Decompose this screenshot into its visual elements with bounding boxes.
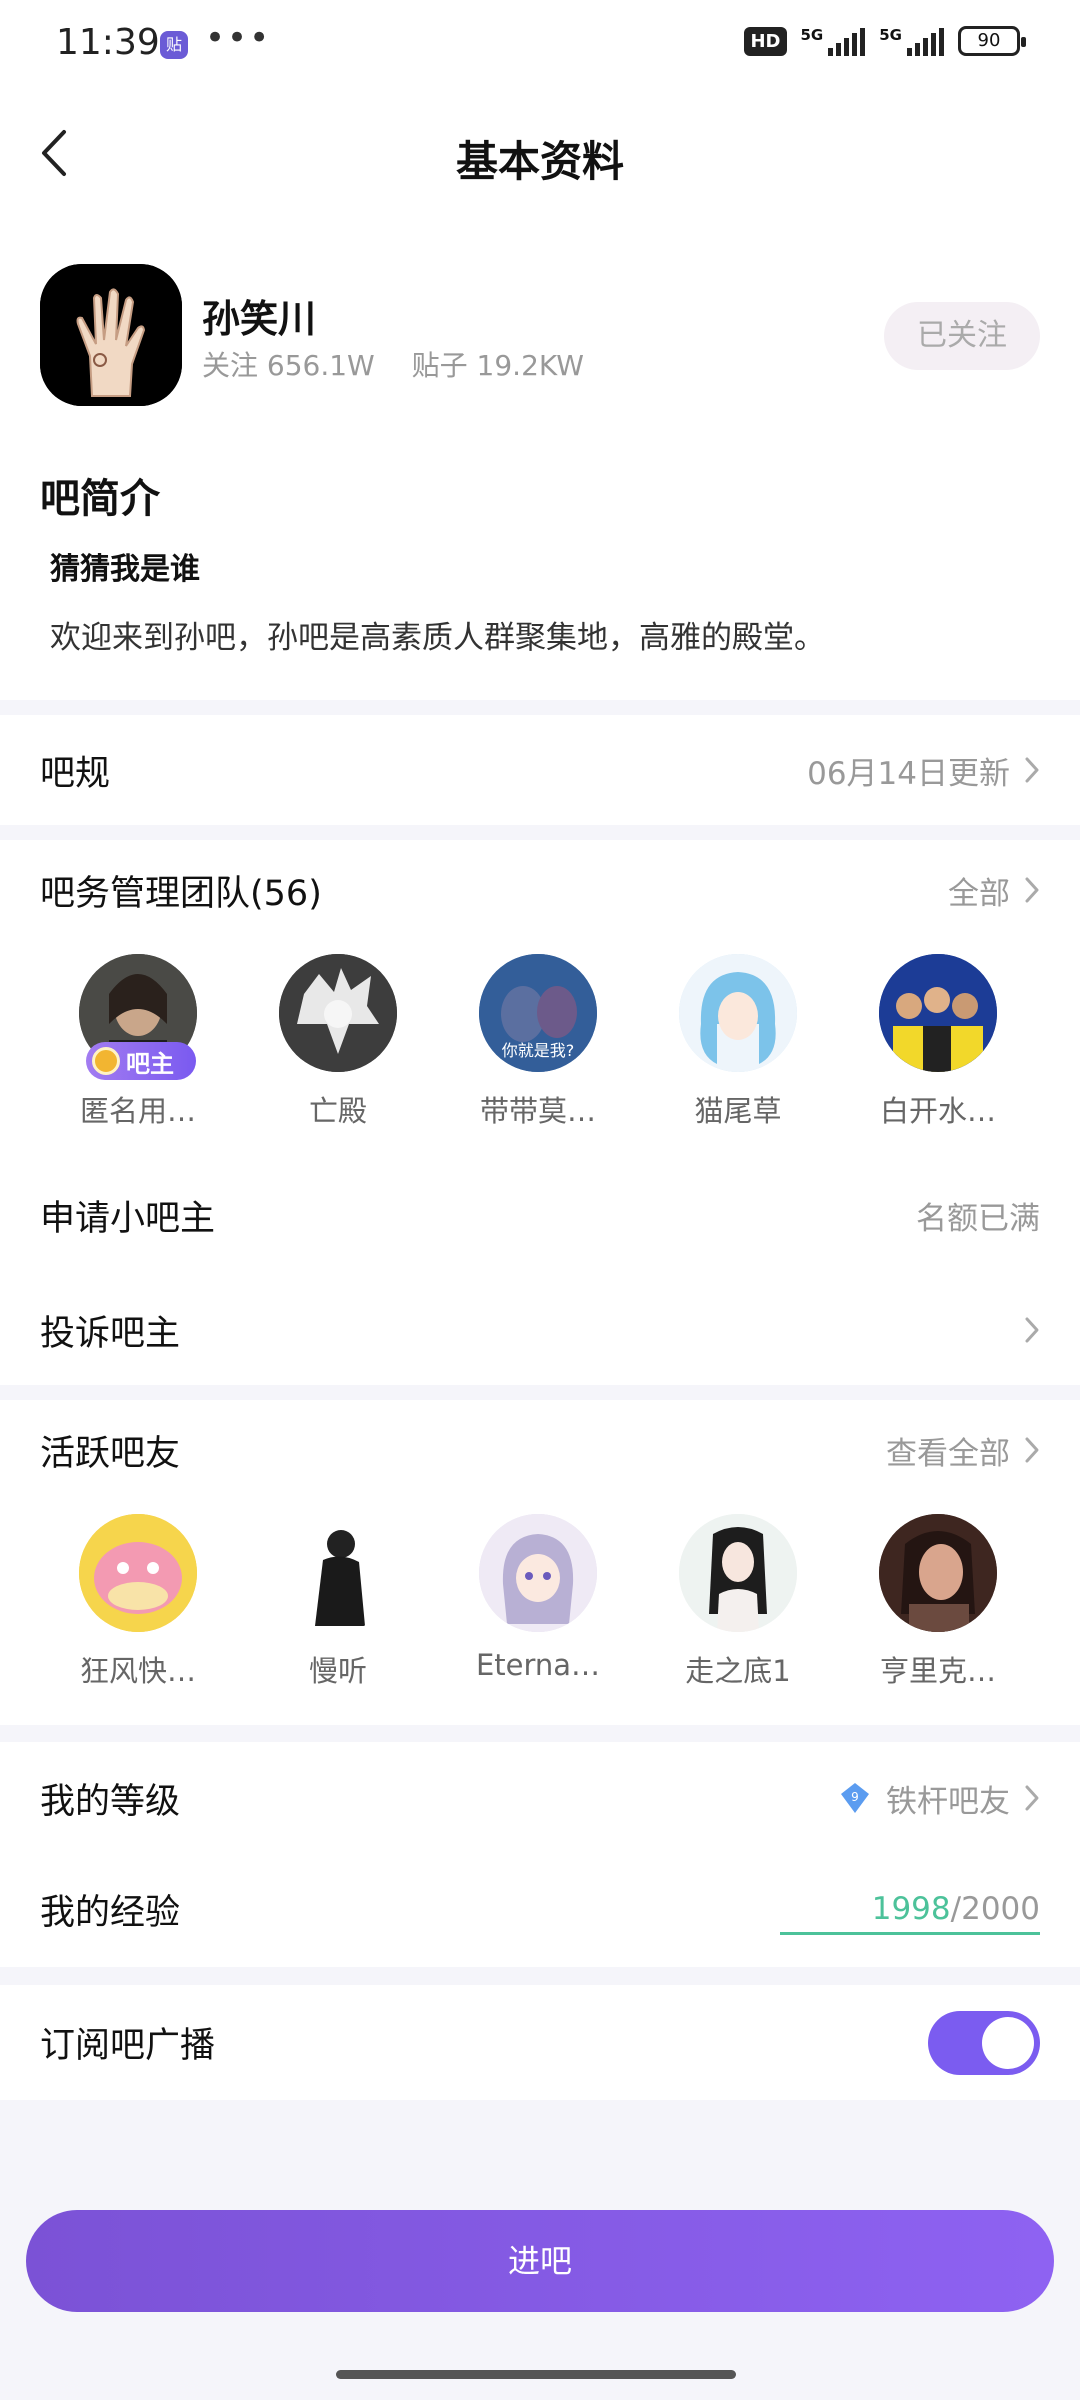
svg-text:你就是我?: 你就是我? — [502, 1041, 575, 1060]
followers-count: 关注 656.1W — [202, 349, 375, 382]
intro-subtitle: 猜猜我是谁 — [50, 552, 200, 587]
member-name: 猫尾草 — [694, 1094, 782, 1128]
rules-label: 吧规 — [40, 753, 111, 794]
avatar — [279, 1514, 397, 1632]
toggle-knob — [982, 2016, 1034, 2069]
battery-icon: 90 — [958, 26, 1026, 56]
member-name: 亨里克… — [879, 1654, 996, 1688]
member-name: 狂风快… — [79, 1654, 196, 1688]
team-member[interactable]: 白开水… — [838, 954, 1038, 1130]
experience-progress-fill — [780, 1932, 1040, 1935]
forum-stats: 关注 656.1W 贴子 19.2KW — [202, 344, 612, 384]
signal-icon-2: 5G — [879, 26, 944, 56]
forum-header: 孙笑川 关注 656.1W 贴子 19.2KW 已关注 吧简介 猜猜我是谁 欢迎… — [0, 222, 1080, 700]
forum-avatar[interactable] — [40, 264, 182, 406]
level-card: 我的等级 9 铁杆吧友 我的经验 1998/2000 — [0, 1742, 1080, 1967]
team-member[interactable]: 吧主 匿名用… — [38, 954, 238, 1130]
experience-value: 1998/2000 — [871, 1891, 1040, 1927]
member-name: 带带莫… — [479, 1094, 596, 1128]
member-name: 匿名用… — [79, 1094, 196, 1128]
team-header[interactable]: 吧务管理团队(56) 全部 — [0, 840, 1080, 940]
avatar — [879, 1514, 997, 1632]
hd-icon: HD — [744, 26, 787, 56]
member-name: 慢听 — [308, 1654, 367, 1688]
status-bar: 11:39 贴 ••• HD 5G 5G 90 — [0, 0, 1080, 92]
subscribe-toggle[interactable] — [928, 2010, 1040, 2075]
active-users-card: 活跃吧友 查看全部 狂风快… 慢听 Eterna… 走之底1 亨里克… — [0, 1400, 1080, 1725]
experience-row: 我的经验 1998/2000 — [0, 1854, 1080, 1964]
owner-badge: 吧主 — [86, 1042, 196, 1080]
experience-max: 2000 — [961, 1891, 1040, 1927]
complain-label: 投诉吧主 — [40, 1313, 181, 1354]
chevron-right-icon — [1025, 1317, 1039, 1343]
team-member[interactable]: 亡殿 — [238, 954, 438, 1130]
active-member[interactable]: 走之底1 — [638, 1514, 838, 1690]
complain-row[interactable]: 投诉吧主 — [0, 1275, 1080, 1385]
intro-text: 欢迎来到孙吧，孙吧是高素质人群聚集地，高雅的殿堂。 — [50, 620, 825, 656]
active-header[interactable]: 活跃吧友 查看全部 — [0, 1400, 1080, 1500]
level-diamond-icon: 9 — [841, 1783, 869, 1813]
active-all-link: 查看全部 — [886, 1435, 1010, 1472]
experience-progress-bar — [780, 1932, 1040, 1935]
active-member[interactable]: 亨里克… — [838, 1514, 1038, 1690]
active-member[interactable]: 慢听 — [238, 1514, 438, 1690]
forum-name: 孙笑川 — [202, 297, 317, 341]
active-member[interactable]: 狂风快… — [38, 1514, 238, 1690]
team-member[interactable]: 你就是我? 带带莫… — [438, 954, 638, 1130]
active-label: 活跃吧友 — [40, 1433, 181, 1474]
hand-icon — [40, 264, 182, 406]
experience-current: 1998 — [871, 1891, 951, 1927]
level-row[interactable]: 我的等级 9 铁杆吧友 — [0, 1742, 1080, 1854]
avatar — [679, 1514, 797, 1632]
member-name: 白开水… — [879, 1094, 996, 1128]
chevron-right-icon — [1025, 1437, 1039, 1463]
member-name: 走之底1 — [685, 1654, 791, 1688]
rules-updated: 06月14日更新 — [807, 755, 1010, 792]
rules-row[interactable]: 吧规 06月14日更新 — [0, 715, 1080, 825]
level-label: 我的等级 — [40, 1781, 181, 1822]
member-name: Eterna… — [475, 1648, 601, 1682]
experience-label: 我的经验 — [40, 1892, 181, 1933]
avatar — [479, 1514, 597, 1632]
app-badge-icon: 贴 — [160, 31, 188, 59]
team-member[interactable]: 猫尾草 — [638, 954, 838, 1130]
status-icons: HD 5G 5G 90 — [744, 26, 1026, 56]
apply-status: 名额已满 — [916, 1200, 1040, 1237]
page-title: 基本资料 — [455, 137, 624, 186]
team-label: 吧务管理团队(56) — [40, 873, 322, 914]
chevron-right-icon — [1025, 757, 1039, 783]
nav-bar: 基本资料 — [0, 92, 1080, 222]
active-members: 狂风快… 慢听 Eterna… 走之底1 亨里克… — [0, 1514, 1080, 1690]
intro-title: 吧简介 — [40, 476, 160, 522]
home-indicator[interactable] — [336, 2370, 736, 2379]
member-name: 亡殿 — [308, 1094, 367, 1128]
more-notifications-icon: ••• — [205, 18, 272, 58]
apply-label: 申请小吧主 — [40, 1198, 216, 1239]
avatar: 你就是我? — [479, 954, 597, 1072]
status-time: 11:39 — [56, 22, 160, 63]
chevron-right-icon — [1025, 1785, 1039, 1811]
avatar — [79, 1514, 197, 1632]
team-card: 吧务管理团队(56) 全部 吧主 匿名用… 亡殿 你就是我? 带带莫… 猫尾草 … — [0, 840, 1080, 1385]
enter-forum-button[interactable]: 进吧 — [26, 2210, 1054, 2312]
level-name: 铁杆吧友 — [886, 1783, 1010, 1820]
avatar — [279, 954, 397, 1072]
follow-button[interactable]: 已关注 — [884, 302, 1040, 370]
avatar — [879, 954, 997, 1072]
subscribe-row: 订阅吧广播 — [0, 1985, 1080, 2100]
svg-text:9: 9 — [851, 1790, 859, 1804]
avatar — [679, 954, 797, 1072]
team-all-link: 全部 — [948, 875, 1010, 912]
medal-icon — [92, 1047, 120, 1075]
apply-row[interactable]: 申请小吧主 名额已满 — [0, 1160, 1080, 1270]
active-member[interactable]: Eterna… — [438, 1514, 638, 1690]
team-members: 吧主 匿名用… 亡殿 你就是我? 带带莫… 猫尾草 白开水… — [0, 954, 1080, 1130]
subscribe-label: 订阅吧广播 — [40, 2026, 216, 2066]
posts-count: 贴子 19.2KW — [411, 349, 584, 382]
chevron-right-icon — [1025, 877, 1039, 903]
signal-icon: 5G — [801, 26, 866, 56]
